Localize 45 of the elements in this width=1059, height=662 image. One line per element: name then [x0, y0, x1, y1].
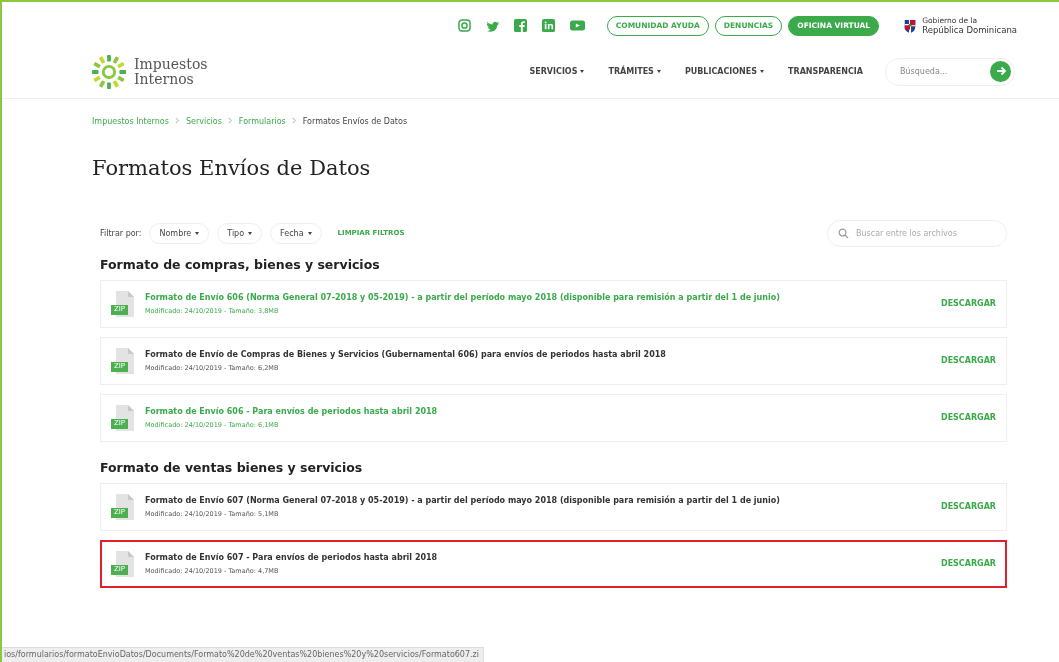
chevron-icon	[227, 116, 233, 126]
youtube-icon[interactable]	[569, 20, 585, 32]
chevron-icon	[291, 116, 297, 126]
sun-logo-icon	[90, 52, 128, 91]
filter-dropdown[interactable]: Fecha	[270, 222, 322, 244]
file-link[interactable]: Formato de Envío 607 (Norma General 07-2018 y 05-2019) - a partir del período mayo 2018 (disponible para remisión a partir del 1 de junio)	[145, 495, 931, 505]
section-heading: Formato de ventas bienes y servicios	[100, 459, 364, 475]
breadcrumb-link[interactable]: Servicios	[185, 116, 222, 126]
download-link[interactable]: DESCARGAR	[941, 413, 996, 422]
caret-icon	[248, 231, 253, 235]
search-field[interactable]: Búsqueda...	[885, 57, 1015, 86]
file-link[interactable]: Formato de Envío 607 - Para envíos de periodos hasta abril 2018	[145, 552, 931, 562]
facebook-icon[interactable]	[513, 19, 527, 33]
file-link[interactable]: Formato de Envío 606 - Para envíos de periodos hasta abril 2018	[145, 406, 931, 416]
download-link[interactable]: DESCARGAR	[941, 559, 996, 568]
file-link[interactable]: Formato de Envío 606 (Norma General 07-2018 y 05-2019) - a partir del período mayo 2018 (disponible para remisión a partir del 1 de junio)	[145, 292, 931, 302]
logo-text: Impuestos	[134, 56, 208, 72]
nav-link[interactable]: PUBLICACIONES	[684, 67, 765, 76]
status-bar-url: ios/formularios/formatoEnvioDatos/Documents/Formato%20de%20ventas%20bienes%20y%20servicios/Formato607.zi	[2, 647, 484, 662]
nav-link[interactable]: TRÁMITES	[608, 67, 661, 76]
filter-dropdown[interactable]: Nombre	[149, 222, 210, 244]
breadcrumb-link[interactable]: Impuestos Internos	[92, 116, 169, 126]
caret-icon	[307, 231, 312, 235]
coat-of-arms-icon	[903, 17, 918, 34]
twitter-icon[interactable]	[485, 19, 499, 33]
file-link[interactable]: Formato de Envío de Compras de Bienes y Servicios (Gubernamental 606) para envíos de periodos hasta abril 2018	[145, 349, 931, 359]
nav-link[interactable]: SERVICIOS	[529, 67, 585, 76]
file-search-field[interactable]: Buscar entre los archivos	[827, 219, 1007, 247]
download-link[interactable]: DESCARGAR	[941, 502, 996, 511]
filter-label: Filtrar por:	[100, 228, 142, 238]
nav-link[interactable]: TRANSPARENCIA	[788, 67, 863, 76]
caret-icon	[195, 231, 200, 235]
breadcrumb-current-page: Formatos Envíos de Datos	[302, 116, 408, 126]
download-link[interactable]: DESCARGAR	[941, 299, 996, 308]
filter-dropdown[interactable]: Tipo	[217, 222, 263, 244]
breadcrumb-link[interactable]: Formularios	[238, 116, 286, 126]
linkedin-icon[interactable]	[541, 19, 555, 33]
page-title: Formatos Envíos de Datos	[92, 155, 372, 180]
government-name: República Dominicana	[922, 25, 1017, 35]
arrow-icon	[994, 65, 1007, 77]
section-heading: Formato de compras, bienes y servicios	[100, 256, 381, 272]
instagram-icon[interactable]	[457, 19, 471, 33]
logo-text: Internos	[134, 71, 194, 87]
download-link[interactable]: DESCARGAR	[941, 356, 996, 365]
chevron-icon	[174, 116, 180, 126]
